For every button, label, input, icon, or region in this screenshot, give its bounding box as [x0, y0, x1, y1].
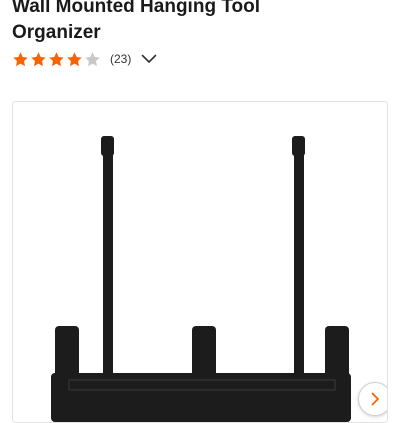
product-title-line-1: Wall Mounted Hanging Tool [12, 0, 261, 17]
star-icon [13, 51, 28, 66]
product-title-line-2: Organizer [12, 22, 101, 43]
star-icon [67, 51, 82, 66]
chevron-right-icon [371, 392, 379, 406]
star-icon [85, 51, 100, 66]
star-icon [49, 51, 64, 66]
product-image-carousel[interactable] [12, 101, 388, 423]
star-icon [31, 51, 46, 66]
tool-organizer-illustration [51, 136, 351, 422]
review-count[interactable]: (23) [110, 52, 131, 66]
star-rating [12, 51, 102, 68]
rating-summary[interactable]: (23) [12, 50, 157, 68]
product-title: Wall Mounted Hanging Tool Organizer [12, 0, 392, 46]
product-image[interactable] [13, 102, 387, 422]
chevron-down-icon[interactable] [141, 54, 157, 64]
next-image-button[interactable] [358, 382, 387, 416]
